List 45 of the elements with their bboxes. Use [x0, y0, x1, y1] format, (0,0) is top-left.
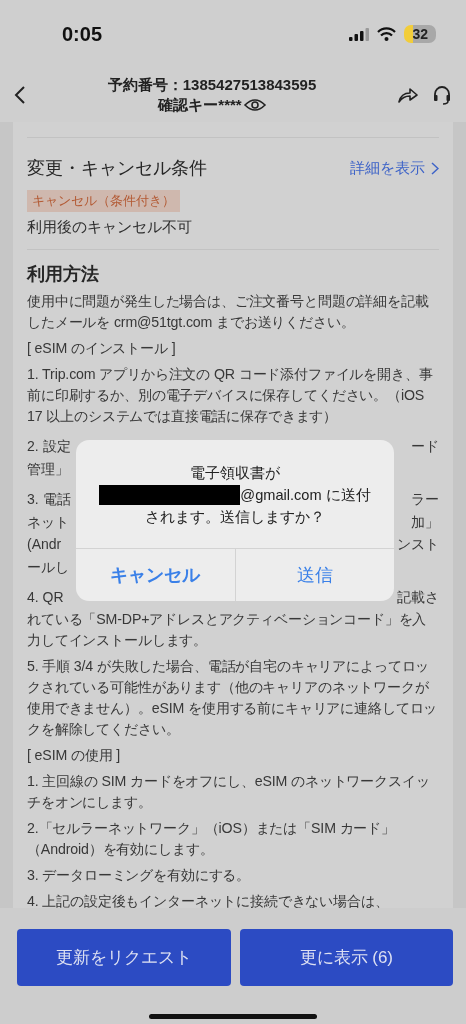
paragraph: 使用中に問題が発生した場合は、ご注文番号と問題の詳細を記載したメールを crm@51tgt.com までお送りください。	[27, 292, 430, 332]
status-time: 0:05	[62, 22, 104, 46]
paragraph: 4. 上記の設定後もインターネットに接続できない場合は、	[27, 891, 390, 908]
text-fragment: 3. 電話	[27, 490, 71, 509]
wifi-icon	[377, 27, 397, 41]
alert-button[interactable]: キャンセル	[76, 549, 235, 601]
text-fragment: 管理」	[27, 459, 69, 479]
alert-message: 電子領収書が	[190, 464, 280, 483]
alert-message: @gmail.com に送付	[240, 486, 371, 505]
headset-icon[interactable]	[432, 85, 452, 105]
text-fragment: ード	[411, 437, 439, 456]
confirmation-key: 確認キー****	[158, 95, 242, 115]
text-fragment: 記載さ	[397, 588, 439, 607]
signal-icon	[349, 27, 370, 41]
text-fragment: 加」	[411, 512, 439, 532]
paragraph: 3. データローミングを有効にする。	[27, 865, 252, 885]
cancellation-note: 利用後のキャンセル不可	[27, 218, 193, 237]
text-fragment: 4. QR	[27, 588, 64, 607]
section-title: 利用方法	[27, 263, 100, 286]
details-link[interactable]: 詳細を表示	[350, 158, 439, 178]
back-icon[interactable]	[14, 85, 26, 105]
paragraph: 5. 手順 3/4 が失敗した場合、電話が自宅のキャリアによってロックされている可能性があります（他のキャリアのネットワークが使用できません）。eSIM を使用する前にキャリアに連絡してロックを解除してください。	[27, 656, 439, 739]
alert-button[interactable]: 送信	[234, 549, 394, 601]
text-fragment: (Andr	[27, 535, 62, 554]
text-fragment: ンスト	[397, 535, 439, 554]
paragraph: 1. Trip.com アプリから注文の QR コード添付ファイルを開き、事前に印刷するか、別の電子デバイスに保存してください。（iOS 17 以上のシステムでは直接電話に保存できます）	[27, 365, 434, 426]
share-icon[interactable]	[398, 87, 418, 103]
alert-message: されます。送信しますか？	[145, 508, 325, 527]
paragraph: [ eSIM の使用 ]	[27, 745, 122, 765]
cancellation-badge: キャンセル（条件付き）	[27, 190, 180, 212]
chevron-right-icon	[431, 161, 439, 175]
paragraph: 2.「セルラーネットワーク」（iOS）または「SIM カード」（Android）を有効にします。	[27, 818, 396, 859]
eye-icon[interactable]	[243, 98, 266, 112]
battery-indicator: 32	[404, 25, 436, 43]
action-button[interactable]: 更に表示 (6)	[239, 929, 453, 986]
text-fragment: ラー	[411, 490, 439, 509]
text-fragment: ネット	[27, 512, 69, 532]
paragraph: 1. 主回線の SIM カードをオフにし、eSIM のネットワークスイッチをオンにします。	[27, 771, 431, 812]
paragraph: [ eSIM のインストール ]	[27, 339, 177, 358]
text-fragment: 2. 設定	[27, 437, 71, 456]
text-fragment: ールし	[27, 557, 69, 577]
paragraph: れている「SM-DP+アドレスとアクティベーションコード」を入力してインストールします。	[27, 609, 428, 650]
action-button[interactable]: 更新をリクエスト	[17, 929, 231, 986]
section-title: 変更・キャンセル条件	[27, 157, 207, 180]
booking-number: 予約番号：1385427513843595	[107, 75, 317, 95]
